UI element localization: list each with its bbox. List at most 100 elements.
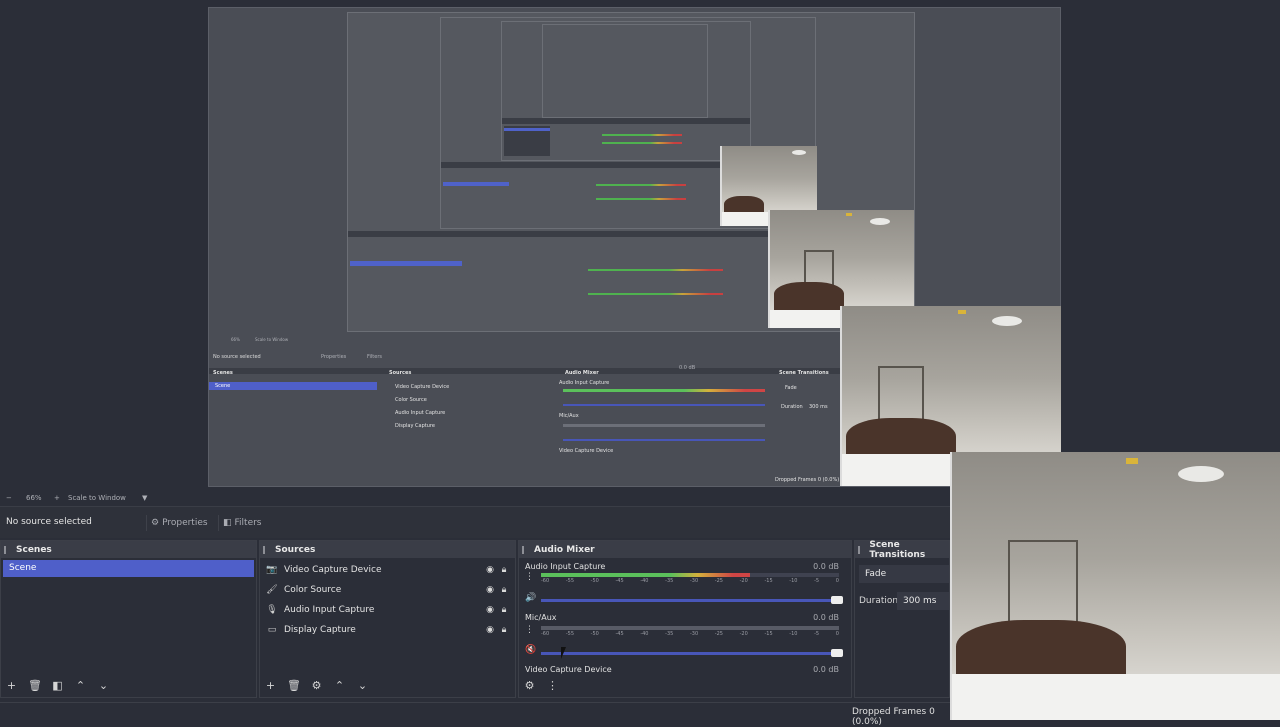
add-source-icon[interactable]: + — [264, 679, 277, 692]
nested-sources-title: Sources — [389, 370, 412, 376]
meter-tick-label: -40 — [640, 578, 649, 584]
nested-scenes-title: Scenes — [213, 370, 233, 376]
mixer-footer: ⚙ ⋮ — [523, 677, 559, 693]
remove-source-icon[interactable]: 🗑 — [287, 679, 301, 692]
gear-icon: ⚙ — [151, 518, 160, 528]
meter-tick-label: -35 — [665, 631, 674, 637]
volume-slider[interactable] — [541, 649, 843, 657]
preview-area: No source selected Scenes Scene Sources … — [0, 0, 1280, 720]
filter-icon: ◧ — [223, 518, 232, 528]
zoom-out-button[interactable]: − — [6, 494, 12, 502]
source-properties-icon[interactable]: ⚙ — [310, 679, 323, 692]
zoom-value: 66% — [26, 494, 42, 502]
volume-slider[interactable] — [541, 596, 843, 604]
meter-tick-label: -45 — [615, 631, 624, 637]
meter-tick-label: -10 — [789, 578, 798, 584]
mouse-cursor-icon — [561, 647, 571, 659]
channel-menu-icon[interactable]: ⋮ — [525, 625, 534, 635]
dock-grip-icon[interactable] — [4, 545, 12, 554]
scenes-footer: + 🗑 ◧ ⌃ ⌄ — [5, 677, 110, 693]
meter-ticks: -60 -55 -50 -45 -40 -35 -30 -25 -20 -15 -10 -5 0 — [541, 631, 839, 639]
move-up-icon[interactable]: ⌃ — [74, 679, 87, 692]
meter-tick-label: -30 — [689, 578, 699, 584]
nested-filters: Filters — [367, 354, 382, 360]
meter-tick-label: -15 — [764, 578, 773, 584]
meter-tick-label: -10 — [789, 631, 798, 637]
meter-tick-label: -50 — [590, 578, 599, 584]
sources-dock-title: Sources — [260, 541, 515, 558]
move-down-icon[interactable]: ⌄ — [356, 679, 369, 692]
dock-grip-icon[interactable] — [263, 545, 271, 554]
remove-scene-icon[interactable]: 🗑 — [28, 679, 42, 692]
nested-src-1: Video Capture Device — [395, 384, 450, 390]
meter-tick-label: -40 — [640, 631, 649, 637]
nested-frames: Dropped Frames 0 (0.0%) — [775, 477, 840, 483]
visibility-eye-icon[interactable]: ◉ — [483, 565, 497, 575]
scene-transitions-dock: Scene Transitions Fade Duration 300 ms — [854, 540, 950, 698]
lock-icon[interactable]: 🔒︎ — [497, 565, 511, 575]
paint-brush-icon: 🖌 — [266, 585, 278, 595]
move-up-icon[interactable]: ⌃ — [333, 679, 346, 692]
webcam-feed-full — [950, 452, 1280, 720]
meter-tick-label: -25 — [714, 578, 723, 584]
microphone-icon: 🎙 — [266, 605, 278, 615]
lock-icon[interactable]: 🔒︎ — [497, 625, 511, 635]
meter-tick-label: -5 — [814, 578, 820, 584]
dropped-frames: Dropped Frames 0 (0.0%) — [852, 707, 935, 727]
nested-src-4: Display Capture — [395, 423, 435, 429]
dock-grip-icon[interactable] — [858, 545, 865, 554]
nested-aic-label: Audio Input Capture — [559, 380, 610, 386]
nested-transitions-title: Scene Transitions — [779, 370, 829, 376]
filters-label: Filters — [234, 518, 262, 528]
channel-db: 0.0 dB — [813, 562, 839, 571]
properties-button[interactable]: ⚙ Properties — [146, 515, 212, 531]
speaker-icon[interactable]: 🔊 — [525, 593, 536, 603]
nested-properties: Properties — [321, 354, 347, 360]
nested-mic-label: Mic/Aux — [559, 413, 579, 419]
meter-tick-label: -55 — [565, 631, 574, 637]
nested-no-source: No source selected — [213, 354, 261, 360]
meter-tick-label: 0 — [835, 578, 839, 584]
meter-tick-label: -60 — [541, 578, 550, 584]
meter-tick-label: -5 — [814, 631, 820, 637]
visibility-eye-icon[interactable]: ◉ — [483, 585, 497, 595]
volume-slider-knob[interactable] — [831, 596, 843, 604]
nested-db: 0.0 dB — [679, 365, 696, 371]
meter-tick-label: -15 — [764, 631, 773, 637]
source-row[interactable]: 🎙 Audio Input Capture ◉ 🔒︎ — [266, 601, 511, 619]
scale-mode-dropdown[interactable]: Scale to Window — [68, 494, 126, 502]
filters-button[interactable]: ◧ Filters — [218, 515, 266, 531]
source-row[interactable]: ▭ Display Capture ◉ 🔒︎ — [266, 621, 511, 639]
lock-icon[interactable]: 🔒︎ — [497, 585, 511, 595]
visibility-eye-icon[interactable]: ◉ — [483, 625, 497, 635]
dock-grip-icon[interactable] — [522, 545, 530, 554]
channel-db: 0.0 dB — [813, 665, 839, 674]
duration-input[interactable]: 300 ms — [897, 592, 949, 610]
zoom-in-button[interactable]: + — [54, 494, 60, 502]
chevron-down-icon[interactable]: ▼ — [142, 494, 147, 502]
scene-filters-icon[interactable]: ◧ — [51, 679, 64, 692]
scenes-dock-title: Scenes — [1, 541, 256, 558]
visibility-eye-icon[interactable]: ◉ — [483, 605, 497, 615]
volume-slider-knob[interactable] — [831, 649, 843, 657]
meter-tick-label: -20 — [739, 631, 748, 637]
muted-speaker-icon[interactable]: 🔇 — [525, 645, 536, 655]
mixer-settings-icon[interactable]: ⚙ — [523, 679, 536, 692]
nested-preview-level-4 — [542, 24, 708, 118]
meter-tick-label: 0 — [835, 631, 839, 637]
source-row[interactable]: 🖌 Color Source ◉ 🔒︎ — [266, 581, 511, 599]
mixer-menu-icon[interactable]: ⋮ — [546, 679, 559, 692]
nested-scale: Scale to Window — [255, 337, 289, 342]
properties-label: Properties — [162, 518, 208, 528]
source-row[interactable]: 📷 Video Capture Device ◉ 🔒︎ — [266, 561, 511, 579]
move-down-icon[interactable]: ⌄ — [97, 679, 110, 692]
lock-icon[interactable]: 🔒︎ — [497, 605, 511, 615]
channel-db: 0.0 dB — [813, 613, 839, 622]
transition-type-select[interactable]: Fade — [859, 565, 949, 583]
channel-menu-icon[interactable]: ⋮ — [525, 572, 534, 582]
preview-toolbar: − 66% + Scale to Window ▼ — [0, 490, 950, 506]
scene-list-item[interactable]: Scene — [3, 560, 254, 577]
add-scene-icon[interactable]: + — [5, 679, 18, 692]
meter-tick-label: -55 — [565, 578, 574, 584]
audio-mixer-dock: Audio Mixer Audio Input Capture 0.0 dB ⋮… — [518, 540, 852, 698]
